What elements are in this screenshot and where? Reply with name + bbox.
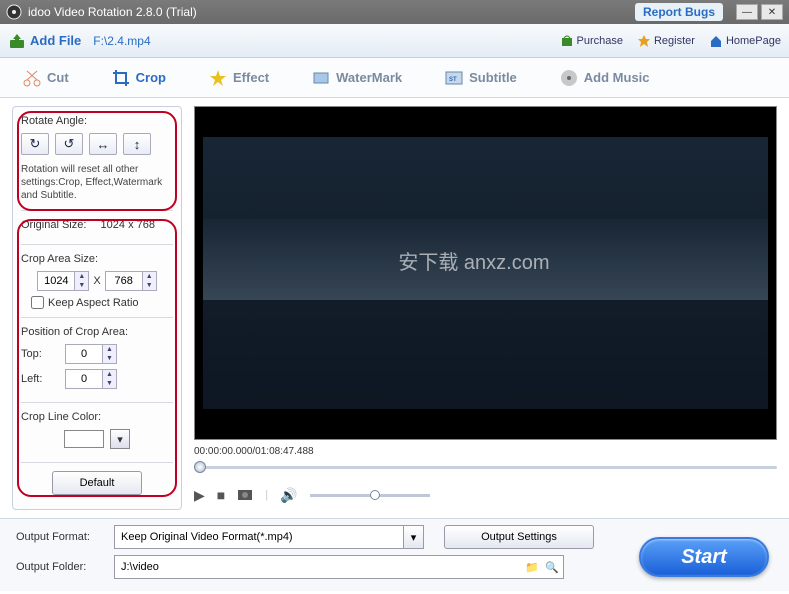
crop-color-label: Crop Line Color: bbox=[21, 411, 173, 423]
chevron-down-icon[interactable]: ▾ bbox=[403, 526, 423, 548]
crop-position-label: Position of Crop Area: bbox=[21, 326, 173, 338]
minimize-button[interactable]: — bbox=[736, 4, 758, 20]
original-size-value: 1024 x 768 bbox=[101, 219, 155, 231]
keep-aspect-label: Keep Aspect Ratio bbox=[48, 297, 139, 309]
tab-add-music[interactable]: Add Music bbox=[549, 62, 660, 94]
start-button[interactable]: Start bbox=[639, 537, 769, 577]
crop-height-input[interactable] bbox=[106, 275, 142, 287]
rotate-note: Rotation will reset all other settings:C… bbox=[21, 163, 173, 202]
crop-top-input[interactable] bbox=[66, 348, 102, 360]
add-file-button[interactable]: Add File bbox=[8, 32, 81, 50]
crop-left-input[interactable] bbox=[66, 373, 102, 385]
tabs-toolbar: Cut Crop Effect WaterMark STSubtitle Add… bbox=[0, 58, 789, 98]
search-icon[interactable]: 🔍 bbox=[545, 561, 559, 574]
up-arrow-icon[interactable]: ▲ bbox=[74, 272, 88, 281]
crop-position-section: Position of Crop Area: Top: ▲▼ Left: ▲▼ bbox=[21, 326, 173, 403]
homepage-link[interactable]: HomePage bbox=[709, 34, 781, 48]
output-format-value: Keep Original Video Format(*.mp4) bbox=[121, 531, 293, 543]
register-icon bbox=[637, 34, 651, 48]
window-title: idoo Video Rotation 2.8.0 (Trial) bbox=[28, 5, 635, 19]
left-label: Left: bbox=[21, 373, 61, 385]
flip-horizontal-button[interactable]: ↔ bbox=[89, 133, 117, 155]
rotate-ccw-button[interactable]: ↺ bbox=[55, 133, 83, 155]
register-link[interactable]: Register bbox=[637, 34, 695, 48]
video-preview[interactable]: 安下载 anxz.com bbox=[194, 106, 777, 440]
file-toolbar: Add File F:\2.4.mp4 Purchase Register Ho… bbox=[0, 24, 789, 58]
output-settings-button[interactable]: Output Settings bbox=[444, 525, 594, 549]
crop-top-spinner[interactable]: ▲▼ bbox=[65, 344, 117, 364]
crop-area-label: Crop Area Size: bbox=[21, 253, 173, 265]
player-controls: ▶ ■ | 🔊 bbox=[194, 480, 777, 510]
down-arrow-icon[interactable]: ▼ bbox=[74, 281, 88, 290]
crop-color-section: Crop Line Color: ▾ bbox=[21, 411, 173, 463]
crop-area-section: Crop Area Size: ▲▼ X ▲▼ Keep Aspect Rati… bbox=[21, 253, 173, 318]
music-icon bbox=[559, 68, 579, 88]
titlebar: idoo Video Rotation 2.8.0 (Trial) Report… bbox=[0, 0, 789, 24]
volume-slider[interactable] bbox=[310, 490, 430, 500]
output-format-label: Output Format: bbox=[16, 531, 106, 543]
rotate-section: Rotate Angle: ↻ ↺ ↔ ↕ Rotation will rese… bbox=[21, 115, 173, 211]
report-bugs-link[interactable]: Report Bugs bbox=[635, 3, 723, 21]
time-current: 00:00:00.000 bbox=[194, 446, 252, 457]
add-file-label: Add File bbox=[30, 33, 81, 48]
watermark-overlay: 安下载 anxz.com bbox=[398, 246, 549, 275]
scissors-icon bbox=[22, 68, 42, 88]
preview-panel: 安下载 anxz.com 00:00:00.000 / 01:08:47.488… bbox=[194, 106, 777, 510]
file-path: F:\2.4.mp4 bbox=[93, 34, 150, 48]
output-folder-value: J:\video bbox=[121, 561, 159, 573]
snapshot-button[interactable] bbox=[237, 487, 253, 504]
tab-subtitle[interactable]: STSubtitle bbox=[434, 62, 527, 94]
time-total: 01:08:47.488 bbox=[255, 446, 313, 457]
seek-slider[interactable] bbox=[194, 460, 777, 474]
crop-color-swatch[interactable] bbox=[64, 430, 104, 448]
down-arrow-icon[interactable]: ▼ bbox=[142, 281, 156, 290]
crop-height-spinner[interactable]: ▲▼ bbox=[105, 271, 157, 291]
seek-thumb[interactable] bbox=[194, 461, 206, 473]
app-icon bbox=[6, 4, 22, 20]
svg-text:ST: ST bbox=[449, 77, 457, 83]
home-icon bbox=[709, 34, 723, 48]
tab-effect[interactable]: Effect bbox=[198, 62, 279, 94]
original-size-label: Original Size: bbox=[21, 219, 86, 231]
output-folder-field[interactable]: J:\video 📁 🔍 bbox=[114, 555, 564, 579]
add-file-icon bbox=[8, 32, 26, 50]
tab-crop[interactable]: Crop bbox=[101, 62, 176, 94]
crop-width-input[interactable] bbox=[38, 275, 74, 287]
crop-width-spinner[interactable]: ▲▼ bbox=[37, 271, 89, 291]
volume-thumb[interactable] bbox=[370, 490, 380, 500]
crop-left-spinner[interactable]: ▲▼ bbox=[65, 369, 117, 389]
crop-color-dropdown[interactable]: ▾ bbox=[110, 429, 130, 449]
up-arrow-icon[interactable]: ▲ bbox=[142, 272, 156, 281]
bottom-bar: Output Format: Keep Original Video Forma… bbox=[0, 518, 789, 591]
keep-aspect-checkbox[interactable] bbox=[31, 296, 44, 309]
tab-cut[interactable]: Cut bbox=[12, 62, 79, 94]
effect-icon bbox=[208, 68, 228, 88]
camera-icon bbox=[237, 487, 253, 501]
rotate-cw-button[interactable]: ↻ bbox=[21, 133, 49, 155]
tab-watermark[interactable]: WaterMark bbox=[301, 62, 412, 94]
side-panel: Rotate Angle: ↻ ↺ ↔ ↕ Rotation will rese… bbox=[12, 106, 182, 510]
default-button[interactable]: Default bbox=[52, 471, 142, 495]
browse-folder-icon[interactable]: 📁 bbox=[525, 561, 539, 574]
watermark-icon bbox=[311, 68, 331, 88]
subtitle-icon: ST bbox=[444, 68, 464, 88]
crop-icon bbox=[111, 68, 131, 88]
top-label: Top: bbox=[21, 348, 61, 360]
time-display: 00:00:00.000 / 01:08:47.488 bbox=[194, 440, 777, 458]
purchase-icon bbox=[560, 34, 574, 48]
original-size-section: Original Size: 1024 x 768 bbox=[21, 219, 173, 245]
output-folder-label: Output Folder: bbox=[16, 561, 106, 573]
main-area: Rotate Angle: ↻ ↺ ↔ ↕ Rotation will rese… bbox=[0, 98, 789, 518]
play-button[interactable]: ▶ bbox=[194, 487, 205, 504]
volume-button[interactable]: 🔊 bbox=[280, 487, 297, 504]
flip-vertical-button[interactable]: ↕ bbox=[123, 133, 151, 155]
x-separator: X bbox=[93, 275, 100, 287]
rotate-angle-label: Rotate Angle: bbox=[21, 115, 173, 127]
close-button[interactable]: ✕ bbox=[761, 4, 783, 20]
purchase-link[interactable]: Purchase bbox=[560, 34, 623, 48]
stop-button[interactable]: ■ bbox=[217, 487, 225, 503]
output-format-combo[interactable]: Keep Original Video Format(*.mp4) ▾ bbox=[114, 525, 424, 549]
